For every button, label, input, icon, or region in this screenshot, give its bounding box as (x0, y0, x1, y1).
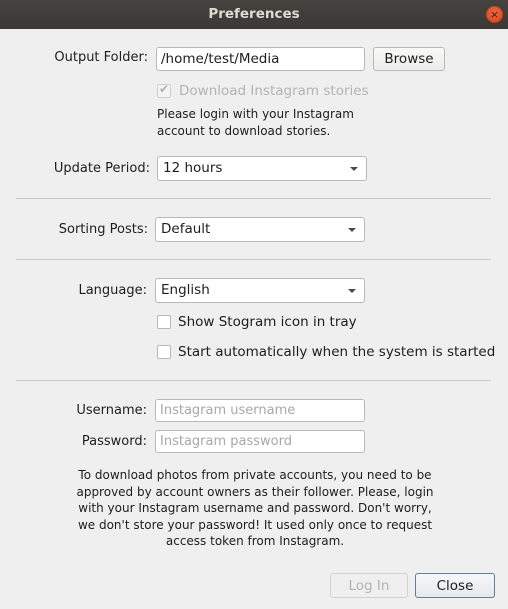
stories-note-line: account to download stories. (157, 123, 331, 138)
info-line: To download photos from private accounts… (78, 468, 432, 482)
log-in-button[interactable]: Log In (330, 573, 408, 598)
update-period-select[interactable]: 12 hours (157, 156, 367, 181)
stories-note-line: Please login with your Instagram (157, 107, 354, 121)
language-value: English (161, 282, 210, 298)
window-close-icon[interactable]: × (486, 6, 503, 23)
close-button[interactable]: Close (415, 573, 495, 598)
autostart-label: Start automatically when the system is s… (178, 344, 496, 360)
chevron-down-icon (348, 228, 356, 232)
sorting-posts-label: Sorting Posts: (58, 222, 148, 237)
info-line: with your Instagram username and passwor… (78, 501, 432, 515)
info-line: access token from Instagram. (165, 534, 345, 548)
autostart-checkbox[interactable] (157, 345, 171, 359)
update-period-label: Update Period: (53, 161, 150, 176)
username-input[interactable] (155, 399, 365, 422)
separator (16, 380, 491, 381)
window-title: Preferences (208, 6, 300, 22)
sorting-posts-select[interactable]: Default (155, 217, 365, 242)
info-line: approved by account owners as their foll… (76, 484, 434, 499)
chevron-down-icon (348, 289, 356, 293)
username-label: Username: (76, 403, 147, 418)
download-stories-label: Download Instagram stories (179, 83, 369, 99)
show-tray-icon-label: Show Stogram icon in tray (178, 314, 357, 330)
language-label: Language: (78, 283, 147, 298)
update-period-value: 12 hours (163, 160, 223, 176)
language-select[interactable]: English (155, 278, 365, 303)
show-tray-icon-checkbox[interactable] (157, 315, 171, 329)
private-accounts-info: To download photos from private accounts… (60, 467, 450, 550)
stories-note: Please login with your Instagram account… (157, 106, 354, 139)
checkmark-icon: ✔ (158, 82, 170, 96)
output-folder-input[interactable] (156, 47, 365, 71)
separator (16, 259, 491, 260)
browse-button[interactable]: Browse (373, 47, 445, 71)
output-folder-label: Output Folder: (54, 50, 148, 65)
password-label: Password: (81, 434, 147, 449)
title-bar: Preferences (0, 0, 508, 29)
chevron-down-icon (350, 167, 358, 171)
download-stories-checkbox[interactable]: ✔ (157, 82, 171, 98)
sorting-posts-value: Default (161, 221, 211, 237)
password-input[interactable] (155, 430, 365, 453)
info-line: we don't store your password! It used on… (77, 517, 433, 532)
separator (16, 198, 491, 199)
